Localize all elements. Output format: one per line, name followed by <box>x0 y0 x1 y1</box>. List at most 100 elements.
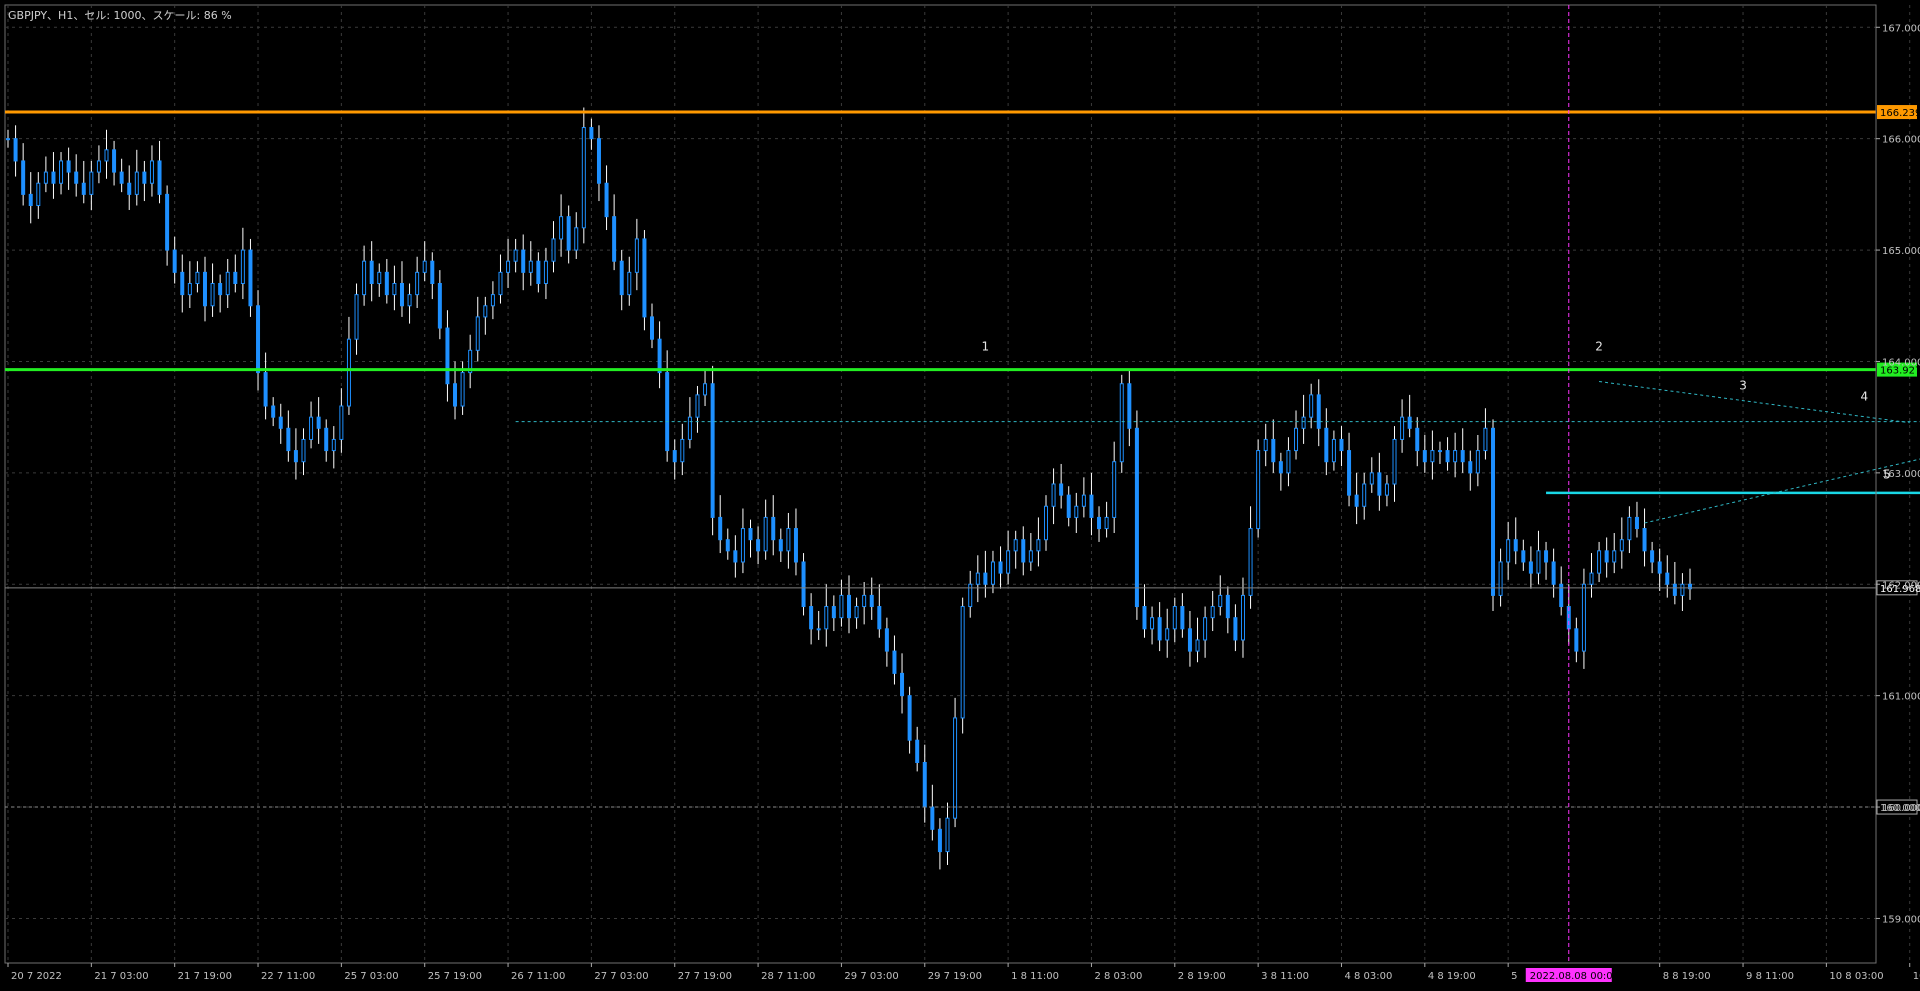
candle-body <box>134 171 139 195</box>
y-tick-label: 164.000 <box>1882 357 1920 368</box>
candle-body <box>960 606 965 719</box>
candle-body <box>718 516 723 541</box>
candle-body <box>202 271 207 307</box>
candle-body <box>187 282 192 296</box>
candle-body <box>1051 483 1056 507</box>
candle-body <box>1157 617 1162 641</box>
candle-body <box>551 238 556 262</box>
candle-body <box>59 160 64 184</box>
candle-body <box>1316 394 1321 429</box>
candle-body <box>1574 628 1579 652</box>
candle-body <box>96 160 101 173</box>
candle-body <box>1521 550 1526 563</box>
candle-body <box>854 606 859 619</box>
candle-body <box>657 338 662 374</box>
candle-body <box>1407 416 1412 429</box>
candle-body <box>763 516 768 552</box>
candle-body <box>377 271 382 284</box>
price-chart[interactable]: 166.239163.927161.968160.000167.000166.0… <box>0 0 1920 987</box>
candle-body <box>1453 450 1458 463</box>
x-tick-label: 4 8 19:00 <box>1428 971 1476 982</box>
candle-body <box>36 182 41 207</box>
price-level-label: 166.239 <box>1880 108 1920 119</box>
candle-body <box>89 171 94 195</box>
candle-body <box>1362 483 1367 507</box>
candle-body <box>1172 606 1177 630</box>
candle-body <box>256 305 261 374</box>
x-tick-label: 26 7 11:00 <box>511 971 565 982</box>
candle-body <box>498 271 503 296</box>
candle-body <box>1187 628 1192 652</box>
candle-body <box>1233 617 1238 641</box>
x-tick-label: 22 7 11:00 <box>261 971 315 982</box>
y-tick-label: 162.000 <box>1882 580 1920 591</box>
candle-body <box>430 260 435 284</box>
candle-body <box>1506 539 1511 563</box>
x-tick-label: 1 8 11:00 <box>1011 971 1059 982</box>
candle-body <box>953 717 958 819</box>
candle-body <box>43 171 48 184</box>
candle-body <box>839 594 844 619</box>
candle-body <box>362 260 367 296</box>
candle-body <box>513 249 518 262</box>
candle-body <box>6 138 10 141</box>
candle-body <box>1589 572 1594 585</box>
candle-body <box>119 171 124 184</box>
candle-body <box>1081 494 1086 507</box>
candle-body <box>1074 505 1079 518</box>
candle-body <box>574 227 579 251</box>
candle-body <box>596 138 601 184</box>
candle-body <box>1294 427 1299 452</box>
candle-body <box>21 160 26 195</box>
x-tick-label: 28 7 11:00 <box>761 971 815 982</box>
candle-body <box>165 193 170 251</box>
candle-body <box>1665 572 1670 585</box>
x-tick-label: 9 8 11:00 <box>1746 971 1794 982</box>
candle-body <box>1165 628 1170 641</box>
candle-body <box>862 594 867 608</box>
chart-area[interactable]: 166.239 163.927 161.968 160.000 167.000 166.0… <box>0 0 1920 987</box>
candle-body <box>1309 394 1314 418</box>
x-tick-label: 29 7 19:00 <box>928 971 982 982</box>
candle-body <box>1430 450 1435 463</box>
candle-body <box>293 450 298 463</box>
candle-body <box>1036 539 1041 552</box>
candle-body <box>1415 427 1420 452</box>
candle-body <box>225 271 230 296</box>
candle-body <box>460 372 465 407</box>
candle-body <box>384 271 389 296</box>
candle-body <box>907 695 912 741</box>
candle-body <box>149 160 154 184</box>
candle-body <box>1043 505 1048 541</box>
candle-body <box>521 249 526 273</box>
candle-body <box>915 739 920 763</box>
candle-body <box>733 550 738 563</box>
candle-body <box>1483 427 1488 452</box>
candle-body <box>1377 472 1382 496</box>
candle-body <box>1097 516 1102 530</box>
x-tick-label: 2 8 03:00 <box>1094 971 1142 982</box>
wave-label: 2 <box>1595 339 1603 353</box>
chart-title: GBPJPY、H1、セル: 1000、スケール: 86 % <box>8 9 232 22</box>
x-tick-label: 27 7 03:00 <box>594 971 648 982</box>
candle-body <box>1400 416 1405 440</box>
candle-body <box>930 806 935 830</box>
candle-body <box>1475 450 1480 474</box>
candle-body <box>922 761 927 808</box>
candle-body <box>1597 550 1602 574</box>
candle-body <box>589 127 594 140</box>
candle-body <box>1437 450 1442 453</box>
candle-body <box>1248 528 1253 596</box>
candle-body <box>74 171 79 184</box>
y-tick-label: 161.000 <box>1882 692 1920 703</box>
candle-body <box>51 171 56 184</box>
y-tick-label: 160.000 <box>1882 803 1920 814</box>
candle-body <box>703 383 708 396</box>
candle-body <box>437 282 442 329</box>
y-tick-label: 167.000 <box>1882 23 1920 34</box>
candle-body <box>1134 427 1139 608</box>
candle-body <box>1210 606 1215 619</box>
candle-body <box>1180 606 1185 630</box>
candle-body <box>180 271 185 296</box>
candle-body <box>1150 617 1155 630</box>
